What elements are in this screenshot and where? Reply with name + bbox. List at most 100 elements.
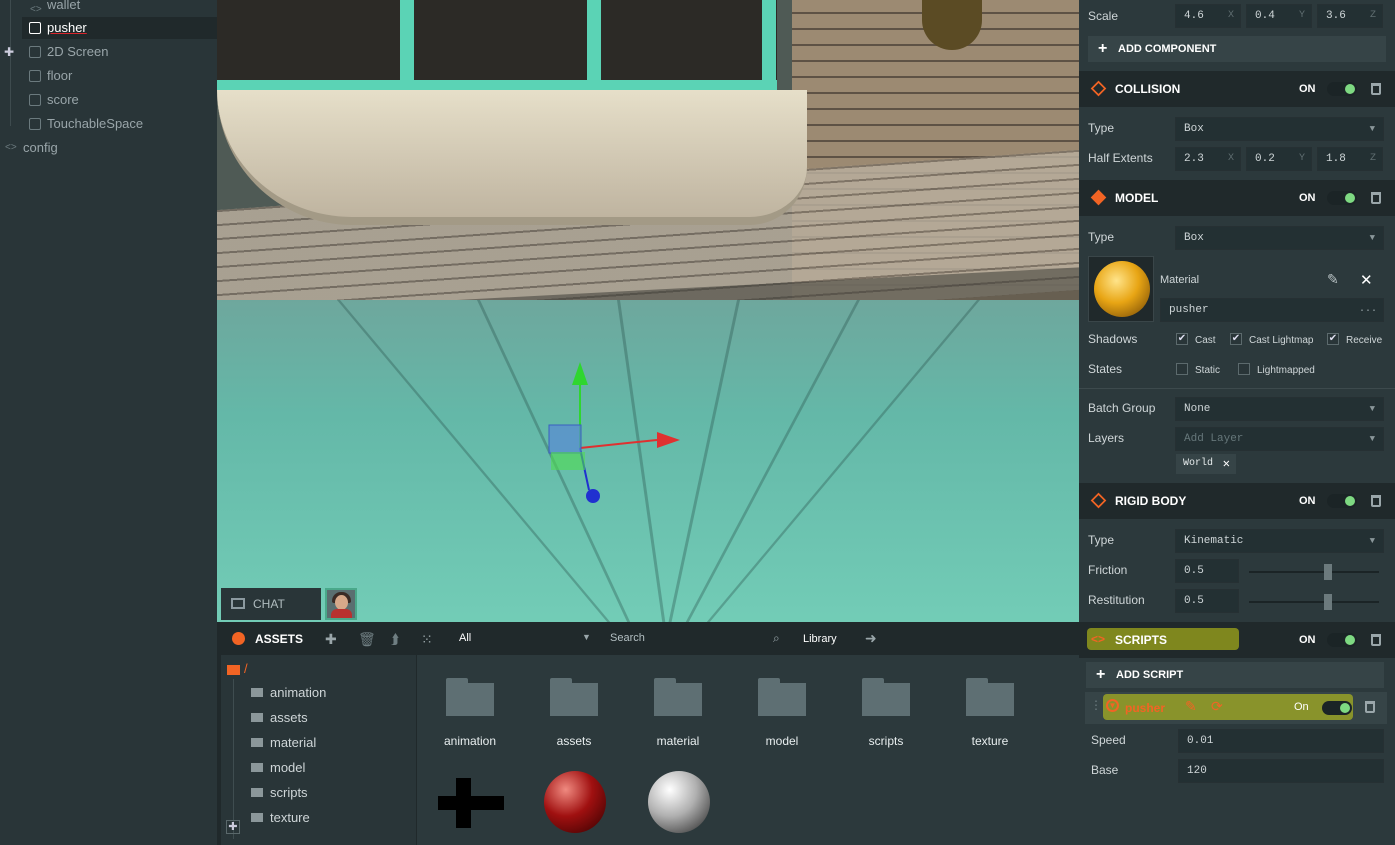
add-asset-icon[interactable]: ✚: [325, 631, 337, 648]
half-z-field[interactable]: 1.8 Z: [1317, 147, 1383, 171]
asset-folder-material[interactable]: material: [626, 678, 730, 748]
delete-asset-icon[interactable]: 🗑: [358, 631, 376, 648]
hierarchy-item-pusher[interactable]: pusher: [22, 17, 217, 39]
restitution-field[interactable]: 0.5: [1175, 589, 1239, 613]
restitution-slider[interactable]: [1249, 594, 1379, 610]
add-layer-input[interactable]: Add Layer ▼: [1175, 427, 1384, 451]
chat-button[interactable]: CHAT: [221, 588, 321, 620]
on-label: On: [1294, 701, 1309, 713]
refresh-icon[interactable]: ⟳: [1211, 698, 1223, 715]
hierarchy-item-label: TouchableSpace: [47, 116, 144, 131]
half-y-field[interactable]: 0.2 Y: [1246, 147, 1312, 171]
trash-icon[interactable]: [1371, 83, 1381, 95]
edit-icon[interactable]: ✎: [1327, 271, 1339, 288]
upload-icon[interactable]: ⮭: [391, 631, 399, 648]
half-x-field[interactable]: 2.3 X: [1175, 147, 1241, 171]
material-field[interactable]: pusher...: [1160, 298, 1384, 322]
trash-icon[interactable]: [1365, 701, 1375, 713]
scale-y-field[interactable]: 0.4 Y: [1246, 4, 1312, 28]
hierarchy-item-touchablespace[interactable]: TouchableSpace: [0, 113, 217, 135]
expand-icon[interactable]: ✚: [226, 820, 240, 834]
folder-icon: [446, 678, 494, 716]
speed-field[interactable]: 0.01: [1178, 729, 1384, 753]
scripts-header[interactable]: <> SCRIPTS ON: [1079, 622, 1395, 658]
slider-handle[interactable]: [1324, 564, 1332, 580]
collapse-icon[interactable]: ▼: [1106, 699, 1119, 712]
static-checkbox[interactable]: [1176, 363, 1188, 375]
rigidbody-toggle[interactable]: [1327, 494, 1357, 508]
grid-view-icon[interactable]: ⁙: [421, 631, 433, 648]
asset-folder-assets[interactable]: assets: [522, 678, 626, 748]
tree-folder-scripts[interactable]: scripts: [251, 782, 308, 804]
asset-folder-animation[interactable]: animation: [418, 678, 522, 748]
trash-icon[interactable]: [1371, 634, 1381, 646]
remove-tag-icon[interactable]: ✕: [1223, 454, 1230, 474]
tree-folder-animation[interactable]: animation: [251, 682, 326, 704]
close-icon[interactable]: ✕: [1360, 271, 1373, 289]
red-material-sphere-icon[interactable]: [544, 771, 606, 833]
library-button[interactable]: Library: [803, 633, 837, 645]
model-header[interactable]: MODEL ON: [1079, 180, 1395, 216]
arrow-right-circle-icon[interactable]: ➜: [865, 630, 877, 647]
tree-folder-texture[interactable]: texture: [251, 807, 310, 829]
white-material-sphere-icon[interactable]: [648, 771, 710, 833]
scale-z-field[interactable]: 3.6 Z: [1317, 4, 1383, 28]
more-icon[interactable]: ...: [1359, 299, 1377, 321]
half-extents-label: Half Extents: [1088, 151, 1153, 165]
collision-toggle[interactable]: [1327, 82, 1357, 96]
add-script-button[interactable]: + ADD SCRIPT: [1086, 662, 1384, 688]
edit-script-icon[interactable]: ✎: [1185, 698, 1197, 715]
add-component-button[interactable]: + ADD COMPONENT: [1088, 36, 1386, 62]
collision-type-select[interactable]: Box ▼: [1175, 117, 1384, 141]
scale-x-field[interactable]: 4.6 X: [1175, 4, 1241, 28]
asset-folder-texture[interactable]: texture: [938, 678, 1042, 748]
trash-icon[interactable]: [1371, 495, 1381, 507]
collapse-icon[interactable]: [232, 632, 245, 645]
cast-checkbox[interactable]: ✔: [1176, 333, 1188, 345]
rigidbody-type-select[interactable]: Kinematic ▼: [1175, 529, 1384, 553]
asset-search-input[interactable]: Search: [610, 632, 645, 644]
hierarchy-item-2d-screen[interactable]: 2D Screen: [0, 41, 217, 63]
asset-filter-select[interactable]: All: [459, 632, 471, 644]
receive-checkbox[interactable]: ✔: [1327, 333, 1339, 345]
hierarchy-item-config[interactable]: <> config: [0, 137, 217, 159]
script-toggle[interactable]: [1322, 701, 1352, 715]
model-cross-icon[interactable]: [438, 778, 504, 828]
trash-icon[interactable]: [1371, 192, 1381, 204]
layer-tag-world: World ✕: [1176, 454, 1236, 474]
slider-handle[interactable]: [1324, 594, 1332, 610]
material-label: Material: [1160, 274, 1200, 286]
rigidbody-header[interactable]: RIGID BODY ON: [1079, 483, 1395, 519]
root-folder-label[interactable]: /: [244, 661, 248, 676]
tree-folder-material[interactable]: material: [251, 732, 316, 754]
model-toggle[interactable]: [1327, 191, 1357, 205]
friction-field[interactable]: 0.5: [1175, 559, 1239, 583]
section-title: COLLISION: [1115, 82, 1181, 96]
asset-folder-scripts[interactable]: scripts: [834, 678, 938, 748]
hierarchy-item-score[interactable]: score: [0, 89, 217, 111]
value: 1.8: [1326, 153, 1346, 165]
batch-group-label: Batch Group: [1088, 401, 1156, 415]
tree-folder-assets[interactable]: assets: [251, 707, 308, 729]
value: Kinematic: [1184, 535, 1244, 547]
asset-label: assets: [556, 734, 592, 748]
tree-folder-model[interactable]: model: [251, 757, 305, 779]
friction-slider[interactable]: [1249, 564, 1379, 580]
base-field[interactable]: 120: [1178, 759, 1384, 783]
scene-viewport[interactable]: [217, 0, 1079, 622]
hierarchy-item-floor[interactable]: floor: [0, 65, 217, 87]
collision-header[interactable]: COLLISION ON: [1079, 71, 1395, 107]
cast-lightmap-checkbox[interactable]: ✔: [1230, 333, 1242, 345]
shadows-label: Shadows: [1088, 332, 1138, 346]
chevron-down-icon: ▼: [1369, 124, 1375, 134]
batch-group-select[interactable]: None ▼: [1175, 397, 1384, 421]
user-avatar[interactable]: [325, 588, 357, 620]
material-thumbnail[interactable]: [1088, 256, 1154, 322]
lightmapped-checkbox[interactable]: [1238, 363, 1250, 375]
asset-folder-model[interactable]: model: [730, 678, 834, 748]
chevron-down-icon[interactable]: ▼: [582, 632, 591, 642]
transform-gizmo[interactable]: [217, 0, 1079, 622]
hierarchy-item-wallet[interactable]: <> wallet: [0, 0, 217, 16]
scripts-toggle[interactable]: [1327, 633, 1357, 647]
model-type-select[interactable]: Box ▼: [1175, 226, 1384, 250]
